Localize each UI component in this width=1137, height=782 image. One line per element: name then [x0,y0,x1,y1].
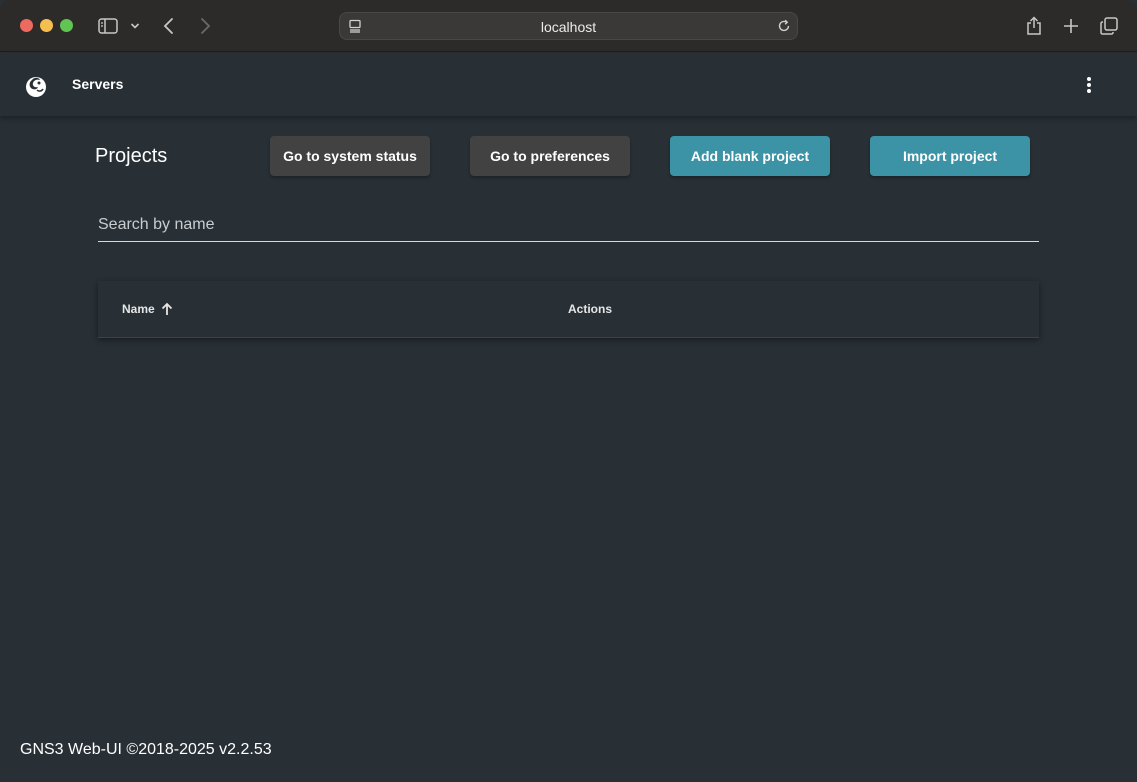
more-vert-icon[interactable] [1079,75,1099,95]
forward-icon[interactable] [194,14,216,38]
reload-icon[interactable] [777,19,791,33]
search-field [98,208,1039,242]
go-to-preferences-button[interactable]: Go to preferences [470,136,630,176]
tabs-icon[interactable] [1099,14,1119,38]
search-input[interactable] [98,214,1039,236]
plus-icon[interactable] [1061,14,1081,38]
arrow-up-icon [161,302,173,316]
back-icon[interactable] [158,14,180,38]
app-toolbar: Servers [0,53,1137,116]
add-blank-project-button[interactable]: Add blank project [670,136,830,176]
import-project-button[interactable]: Import project [870,136,1030,176]
column-header-actions: Actions [568,302,613,316]
column-header-name[interactable]: Name [122,302,173,316]
minimize-window-button[interactable] [40,19,53,32]
browser-titlebar: localhost [0,0,1137,52]
page-title: Projects [95,145,168,167]
address-bar[interactable]: localhost [339,12,798,40]
footer-version: GNS3 Web-UI ©2018-2025 v2.2.53 [20,741,272,758]
maximize-window-button[interactable] [60,19,73,32]
go-to-system-status-button[interactable]: Go to system status [270,136,430,176]
projects-table: Name Actions [98,281,1039,338]
browser-window: localhost Servers Projects Go to system … [0,0,1137,782]
close-window-button[interactable] [20,19,33,32]
address-text: localhost [540,19,597,35]
sidebar-icon[interactable] [96,14,120,38]
chevron-down-icon[interactable] [128,14,142,38]
share-icon[interactable] [1024,14,1044,38]
app-title[interactable]: Servers [72,76,123,92]
column-header-name-label: Name [122,302,155,316]
gns3-logo-icon[interactable] [24,74,48,98]
